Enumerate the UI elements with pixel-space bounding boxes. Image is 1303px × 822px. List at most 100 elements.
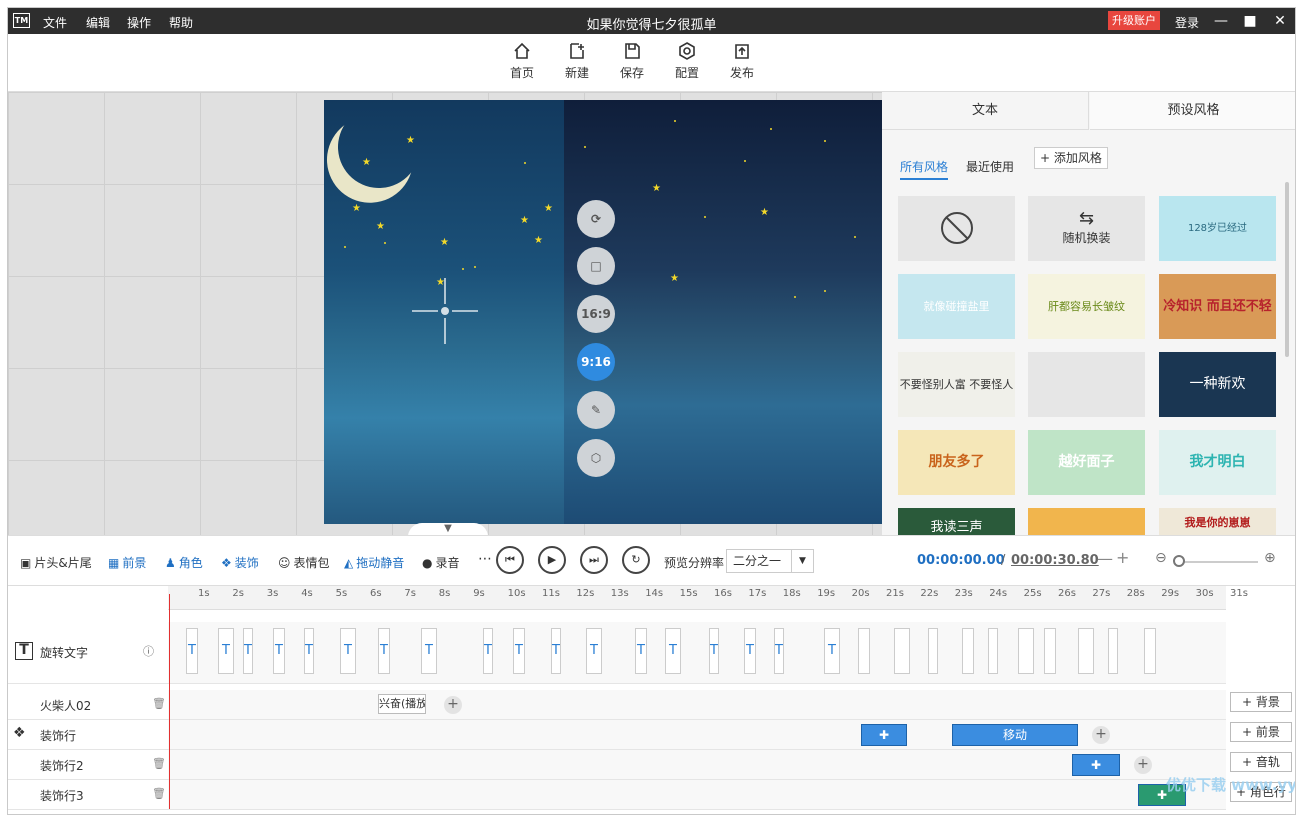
decoration-track[interactable]: ✚ 移动 + xyxy=(168,720,1226,749)
text-clip[interactable] xyxy=(988,628,998,674)
close-icon[interactable]: ✕ xyxy=(1270,11,1290,31)
login-button[interactable]: 登录 xyxy=(1175,14,1199,31)
add-clip-icon[interactable]: + xyxy=(1092,726,1110,744)
style-thumb-2[interactable]: 就像碰撞盐里 xyxy=(898,274,1015,339)
add-style-button[interactable]: + 添加风格 xyxy=(1034,147,1108,169)
zoom-slider-track[interactable] xyxy=(1176,561,1258,563)
trash-icon[interactable]: 🗑 xyxy=(152,787,166,800)
stickman-track[interactable]: 兴奋(播放 + xyxy=(168,690,1226,719)
decoration-2-clip[interactable]: ✚ xyxy=(1072,754,1120,776)
upgrade-button[interactable]: 升级账户 xyxy=(1108,11,1160,30)
text-clip[interactable]: T xyxy=(378,628,390,674)
add-clip-icon[interactable]: + xyxy=(1134,756,1152,774)
record-button[interactable]: ● 录音 xyxy=(422,554,460,571)
text-clip[interactable]: T xyxy=(340,628,356,674)
panel-scrollbar[interactable] xyxy=(1285,182,1289,357)
minimize-icon[interactable]: — xyxy=(1211,11,1231,31)
text-clip[interactable] xyxy=(1108,628,1118,674)
zoom-slider-knob[interactable] xyxy=(1173,555,1185,567)
style-thumb-11[interactable]: 我读三声 xyxy=(898,508,1015,535)
text-clip[interactable] xyxy=(894,628,910,674)
text-clip[interactable] xyxy=(1144,628,1156,674)
style-thumb-1[interactable]: 128岁已经过 xyxy=(1159,196,1276,261)
text-clip[interactable]: T xyxy=(586,628,602,674)
playhead[interactable] xyxy=(169,594,170,809)
text-clip[interactable]: T xyxy=(744,628,756,674)
trash-icon[interactable]: 🗑 xyxy=(152,757,166,770)
text-clip[interactable] xyxy=(928,628,938,674)
crosshair-icon[interactable] xyxy=(412,278,482,348)
ratio-16-9-button[interactable]: 16:9 xyxy=(577,295,615,333)
preview-resolution-select[interactable]: 二分之一 ▼ xyxy=(726,549,814,573)
minus-icon[interactable]: — xyxy=(1097,549,1113,568)
canvas-stage[interactable]: ★ ★ ★ ★ ★ ★ ★ ★ ★ ★ ★ ★ ⟳ □ 16:9 9:16 ✎ … xyxy=(8,92,882,535)
add-foreground-button[interactable]: + 前景 xyxy=(1230,722,1292,742)
text-clip[interactable]: T xyxy=(273,628,285,674)
more-icon[interactable]: ⋯ xyxy=(478,551,492,567)
collapse-toggle[interactable]: ▼ xyxy=(408,523,488,535)
help-icon[interactable]: ⓘ xyxy=(143,643,154,659)
text-clip[interactable] xyxy=(962,628,974,674)
zoom-out-icon[interactable]: ⊖ xyxy=(1155,550,1167,566)
text-track[interactable]: TTTTTTTTTTTTTTTTTT xyxy=(168,622,1226,683)
style-random[interactable]: ⇆ 随机换装 xyxy=(1028,196,1145,261)
decoration-clip[interactable]: ✚ xyxy=(861,724,907,746)
style-thumb-13[interactable]: 我是你的崽崽 xyxy=(1159,508,1276,535)
time-total[interactable]: 00:00:30.80 xyxy=(1011,553,1099,568)
text-clip[interactable]: T xyxy=(709,628,719,674)
publish-button[interactable]: 发布 xyxy=(722,42,762,81)
style-thumb-10[interactable]: 我才明白 xyxy=(1159,430,1276,495)
foreground-button[interactable]: ▦ 前景 xyxy=(108,554,146,571)
text-clip[interactable] xyxy=(1044,628,1056,674)
text-clip[interactable]: T xyxy=(551,628,561,674)
prev-button[interactable]: ⏮ xyxy=(496,546,524,574)
text-clip[interactable]: T xyxy=(186,628,198,674)
replay-button[interactable]: ↻ xyxy=(622,546,650,574)
text-clip[interactable]: T xyxy=(824,628,840,674)
text-clip[interactable]: T xyxy=(513,628,525,674)
text-clip[interactable]: T xyxy=(774,628,784,674)
decoration-button[interactable]: ❖ 装饰 xyxy=(221,554,259,571)
style-thumb-4[interactable]: 冷知识 而且还不轻 xyxy=(1159,274,1276,339)
text-clip[interactable]: T xyxy=(483,628,493,674)
style-thumb-8[interactable]: 朋友多了 xyxy=(898,430,1015,495)
text-clip[interactable] xyxy=(858,628,870,674)
clip-excited[interactable]: 兴奋(播放 xyxy=(378,694,426,714)
text-clip[interactable] xyxy=(1018,628,1034,674)
text-clip[interactable]: T xyxy=(218,628,234,674)
ratio-9-16-button[interactable]: 9:16 xyxy=(577,343,615,381)
home-button[interactable]: 首页 xyxy=(502,42,542,81)
trash-icon[interactable]: 🗑 xyxy=(152,697,166,710)
tab-preset-style[interactable]: 预设风格 xyxy=(1090,92,1295,130)
text-clip[interactable]: T xyxy=(635,628,647,674)
emoji-button[interactable]: ☺ 表情包 xyxy=(278,554,330,571)
style-thumb-7[interactable]: 一种新欢 xyxy=(1159,352,1276,417)
play-button[interactable]: ▶ xyxy=(538,546,566,574)
save-button[interactable]: 保存 xyxy=(612,42,652,81)
next-button[interactable]: ⏭ xyxy=(580,546,608,574)
text-clip[interactable]: T xyxy=(665,628,681,674)
text-clip[interactable]: T xyxy=(243,628,253,674)
plus-icon[interactable]: + xyxy=(1116,548,1129,567)
text-clip[interactable] xyxy=(1078,628,1094,674)
rotate-button[interactable]: ⟳ xyxy=(577,200,615,238)
new-button[interactable]: 新建 xyxy=(557,42,597,81)
decoration-2-track[interactable]: ✚ + xyxy=(168,750,1226,779)
drag-mute-button[interactable]: ◭ 拖动静音 xyxy=(344,554,404,571)
zoom-in-icon[interactable]: ⊕ xyxy=(1264,550,1276,566)
style-none[interactable] xyxy=(898,196,1015,261)
config-button[interactable]: 配置 xyxy=(667,42,707,81)
time-ruler[interactable]: 1s 2s 3s 4s 5s 6s 7s 8s 9s 10s 11s 12s 13s 14s 15s 16s 1… xyxy=(168,586,1248,610)
text-clip[interactable]: T xyxy=(421,628,437,674)
decoration-3-track[interactable]: ✚ xyxy=(168,780,1226,809)
style-thumb-3[interactable]: 肝都容易长皱纹 xyxy=(1028,274,1145,339)
character-button[interactable]: ♟ 角色 xyxy=(165,554,203,571)
style-thumb-5[interactable]: 不要怪别人富 不要怪人家有钱! xyxy=(898,352,1015,417)
subtab-all-styles[interactable]: 所有风格 xyxy=(900,158,949,180)
unlock-button[interactable]: □ xyxy=(577,247,615,285)
move-clip[interactable]: 移动 xyxy=(952,724,1078,746)
style-thumb-9[interactable]: 越好面子 xyxy=(1028,430,1145,495)
add-background-button[interactable]: + 背景 xyxy=(1230,692,1292,712)
text-clip[interactable]: T xyxy=(304,628,314,674)
add-audio-button[interactable]: + 音轨 xyxy=(1230,752,1292,772)
